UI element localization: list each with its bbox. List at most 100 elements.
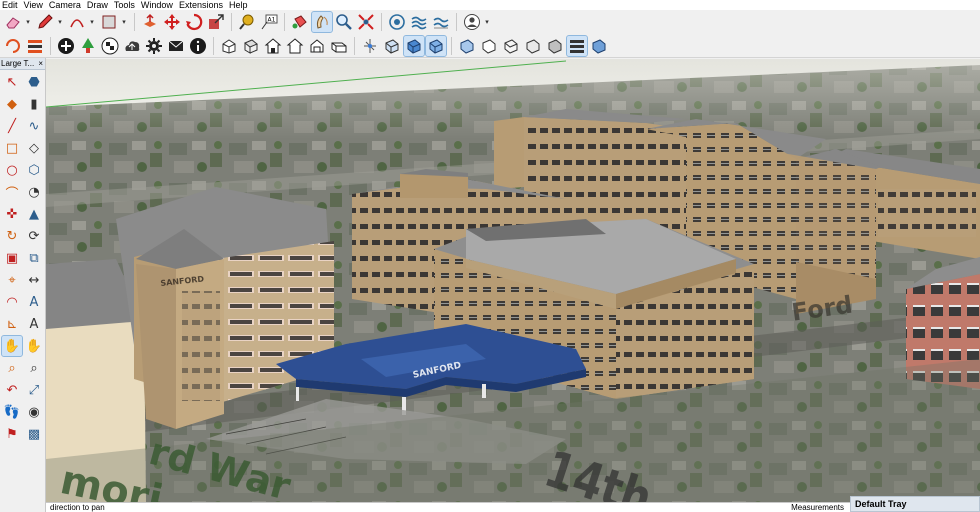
geo-location-icon[interactable] (387, 12, 407, 32)
xray-icon[interactable] (360, 36, 380, 56)
section-plane-icon[interactable]: ▩ (24, 424, 44, 444)
gear-icon[interactable] (144, 36, 164, 56)
eraser-icon[interactable] (3, 12, 23, 32)
chevron-down-icon[interactable]: ▾ (56, 12, 64, 32)
polygon-icon[interactable]: ⬡ (24, 160, 44, 180)
plus-icon[interactable] (56, 36, 76, 56)
user-account-icon[interactable] (462, 12, 482, 32)
toolbar-separator (354, 36, 355, 55)
menu-extensions[interactable]: Extensions (177, 0, 227, 10)
menu-edit[interactable]: Edit (0, 0, 22, 10)
checker-icon[interactable] (100, 36, 120, 56)
follow-me-icon[interactable]: ⟳ (24, 226, 44, 246)
drawing-viewport[interactable]: SANFORD SANFORD Ford rd War mori 14th (46, 59, 980, 502)
paint-bucket-icon[interactable] (290, 12, 310, 32)
select-icon[interactable]: ↖ (2, 72, 22, 92)
menu-window[interactable]: Window (139, 0, 177, 10)
menu-tools[interactable]: Tools (112, 0, 139, 10)
info-icon[interactable] (188, 36, 208, 56)
make-component-icon[interactable]: ⬣ (24, 72, 44, 92)
add-location-icon[interactable] (25, 36, 45, 56)
3d-text-icon[interactable]: A (24, 314, 44, 334)
line-icon[interactable]: ╱ (2, 116, 22, 136)
zoom-extents-icon[interactable]: ⤢ (24, 380, 44, 400)
tree-icon[interactable] (78, 36, 98, 56)
wireframe-icon[interactable] (403, 34, 425, 57)
walk-icon[interactable]: 👣 (2, 402, 22, 422)
push-pull-icon[interactable] (140, 12, 160, 32)
move-icon[interactable]: ✜ (2, 204, 22, 224)
large-tool-set-panel: Large T... × ↖ ⬣ ◆ ▮ ╱ ∿ □ ◇ ○ ⬡ ⌒ ◔ ✜ ▲ ↻ ⟳ ▣ ⧉ ⌖ ↔ ◠ A ⊾ A ✋ ✋ ⌕… (0, 58, 46, 512)
rotate-icon[interactable] (184, 12, 204, 32)
chevron-down-icon[interactable]: ▾ (120, 12, 128, 32)
rectangle-icon[interactable] (99, 12, 119, 32)
menu-camera[interactable]: Camera (47, 0, 85, 10)
offset-icon[interactable]: ⧉ (24, 248, 44, 268)
top-view-icon[interactable] (241, 36, 261, 56)
chevron-down-icon[interactable]: ▾ (88, 12, 96, 32)
left-view-icon[interactable] (329, 36, 349, 56)
position-camera-icon[interactable]: ⚑ (2, 424, 22, 444)
chevron-down-icon[interactable]: ▾ (24, 12, 32, 32)
right-view-icon[interactable] (285, 36, 305, 56)
scale-icon[interactable]: ▣ (2, 248, 22, 268)
section-cut-icon[interactable] (3, 36, 23, 56)
front-view-icon[interactable] (263, 36, 283, 56)
move-icon[interactable] (162, 12, 182, 32)
main-toolbar: ▾ ▾ ▾ ▾ A1 ▾ (0, 10, 980, 34)
dimension-icon[interactable]: ↔ (24, 270, 44, 290)
menu-draw[interactable]: Draw (85, 0, 112, 10)
mail-icon[interactable] (166, 36, 186, 56)
sandbox-icon[interactable] (409, 12, 429, 32)
eraser-icon[interactable]: ▮ (24, 94, 44, 114)
toolbar-separator (381, 13, 382, 31)
hidden-line-icon[interactable] (425, 34, 447, 57)
zoom-extents-icon[interactable] (356, 12, 376, 32)
pan-icon[interactable]: ✋ (24, 336, 44, 356)
chevron-down-icon[interactable]: ▾ (483, 12, 491, 32)
axes-icon[interactable]: ⊾ (2, 314, 22, 334)
pie-icon[interactable]: ◔ (24, 182, 44, 202)
text-icon[interactable]: A1 (259, 12, 279, 32)
protractor-icon[interactable]: ◠ (2, 292, 22, 312)
shaded-textures-icon[interactable] (479, 36, 499, 56)
freehand-icon[interactable]: ∿ (24, 116, 44, 136)
orbit-icon[interactable]: ✋ (1, 335, 23, 357)
sandbox-smoove-icon[interactable] (431, 12, 451, 32)
box-view-alt-icon[interactable] (545, 36, 565, 56)
layers-icon[interactable] (566, 34, 588, 57)
default-tray[interactable]: Default Tray (850, 496, 980, 512)
style-icon[interactable] (589, 36, 609, 56)
shaded-icon[interactable] (457, 36, 477, 56)
pencil-icon[interactable] (35, 12, 55, 32)
orbit-icon[interactable] (311, 11, 333, 33)
rotated-rectangle-icon[interactable]: ◇ (24, 138, 44, 158)
back-view-icon[interactable] (307, 36, 327, 56)
toolbar-separator (284, 13, 285, 31)
paint-bucket-icon[interactable]: ◆ (2, 94, 22, 114)
circle-icon[interactable]: ○ (2, 160, 22, 180)
push-pull-icon[interactable]: ▲ (24, 204, 44, 224)
scale-icon[interactable] (206, 12, 226, 32)
look-around-icon[interactable]: ◉ (24, 402, 44, 422)
tape-measure-icon[interactable]: ⌖ (2, 270, 22, 290)
previous-icon[interactable]: ↶ (2, 380, 22, 400)
panel-title: Large T... (1, 59, 35, 68)
box-view-icon[interactable] (523, 36, 543, 56)
tape-measure-icon[interactable] (237, 12, 257, 32)
close-icon[interactable]: × (38, 58, 45, 69)
zoom-icon[interactable] (334, 12, 354, 32)
back-edges-icon[interactable] (382, 36, 402, 56)
menu-view[interactable]: View (22, 0, 47, 10)
rotate-icon[interactable]: ↻ (2, 226, 22, 246)
monochrome-icon[interactable] (501, 36, 521, 56)
zoom-window-icon[interactable]: ⌕ (24, 358, 44, 378)
text-icon[interactable]: A (24, 292, 44, 312)
arc-icon[interactable]: ⌒ (2, 182, 22, 202)
menu-help[interactable]: Help (227, 0, 252, 10)
upload-icon[interactable] (122, 36, 142, 56)
arc-icon[interactable] (67, 12, 87, 32)
rectangle-icon[interactable]: □ (2, 138, 22, 158)
zoom-icon[interactable]: ⌕ (2, 358, 22, 378)
iso-view-icon[interactable] (219, 36, 239, 56)
